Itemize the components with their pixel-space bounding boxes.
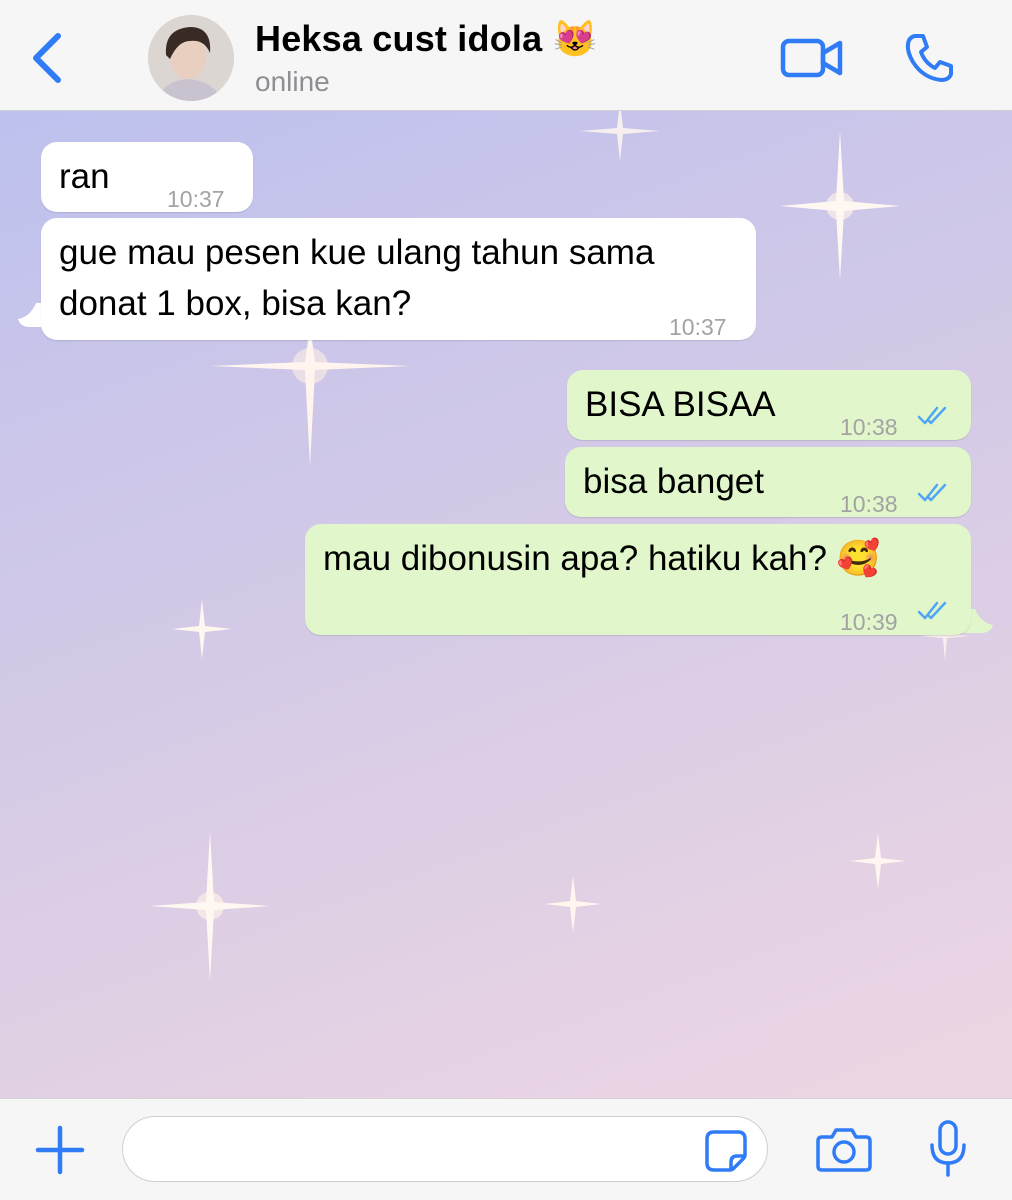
message-text: BISA BISAA	[585, 385, 776, 424]
contact-name-text: Heksa cust idola	[255, 18, 543, 59]
message-bubble-incoming[interactable]: ran 10:37	[41, 142, 253, 212]
read-ticks-icon	[917, 483, 947, 502]
sticker-button[interactable]	[704, 1129, 748, 1173]
sparkle-icon	[850, 833, 906, 889]
video-camera-icon	[780, 38, 843, 78]
message-input-bar	[0, 1098, 1012, 1200]
sparkle-icon	[210, 326, 410, 466]
message-time: 10:37	[167, 186, 225, 212]
message-bubble-outgoing[interactable]: BISA BISAA 10:38	[567, 370, 971, 440]
chat-area[interactable]: ran 10:37 gue mau pesen kue ulang tahun …	[0, 111, 1012, 1098]
sparkle-icon	[545, 876, 601, 932]
message-input[interactable]	[122, 1116, 768, 1182]
camera-button[interactable]	[816, 1125, 872, 1173]
sticker-icon	[705, 1130, 747, 1172]
plus-icon	[35, 1125, 85, 1175]
video-call-button[interactable]	[780, 36, 844, 80]
contact-status: online	[255, 66, 330, 97]
sparkle-icon	[150, 831, 270, 981]
sparkle-icon	[780, 131, 900, 281]
message-text-line: donat 1 box, bisa kan?	[59, 284, 412, 323]
message-bubble-outgoing[interactable]: mau dibonusin apa? hatiku kah? 🥰 10:39	[305, 524, 971, 635]
message-time: 10:38	[840, 491, 898, 517]
contact-name[interactable]: Heksa cust idola 😻	[255, 18, 598, 60]
contact-avatar[interactable]	[148, 15, 234, 101]
camera-icon	[816, 1128, 872, 1172]
message-time: 10:38	[840, 414, 898, 440]
message-bubble-outgoing[interactable]: bisa banget 10:38	[565, 447, 971, 517]
microphone-icon	[930, 1120, 966, 1177]
read-ticks-icon	[917, 601, 947, 620]
message-time: 10:39	[840, 609, 898, 635]
microphone-button[interactable]	[928, 1119, 968, 1179]
phone-icon	[905, 34, 953, 82]
read-ticks-icon	[917, 406, 947, 425]
message-time: 10:37	[669, 314, 727, 340]
voice-call-button[interactable]	[903, 32, 955, 84]
chat-header: Heksa cust idola 😻 online	[0, 0, 1012, 111]
message-text: bisa banget	[583, 462, 764, 501]
sparkle-icon	[580, 111, 660, 161]
chevron-left-icon	[33, 33, 61, 83]
message-text-line: gue mau pesen kue ulang tahun sama	[59, 233, 655, 272]
avatar-photo	[148, 15, 234, 101]
heart-eyes-cat-emoji: 😻	[552, 18, 598, 59]
message-text: mau dibonusin apa? hatiku kah? 🥰	[323, 539, 881, 578]
message-text: ran	[59, 157, 110, 196]
message-bubble-incoming[interactable]: gue mau pesen kue ulang tahun sama donat…	[41, 218, 756, 340]
back-button[interactable]	[26, 30, 70, 86]
sparkle-icon	[172, 599, 232, 659]
attach-button[interactable]	[34, 1124, 86, 1176]
